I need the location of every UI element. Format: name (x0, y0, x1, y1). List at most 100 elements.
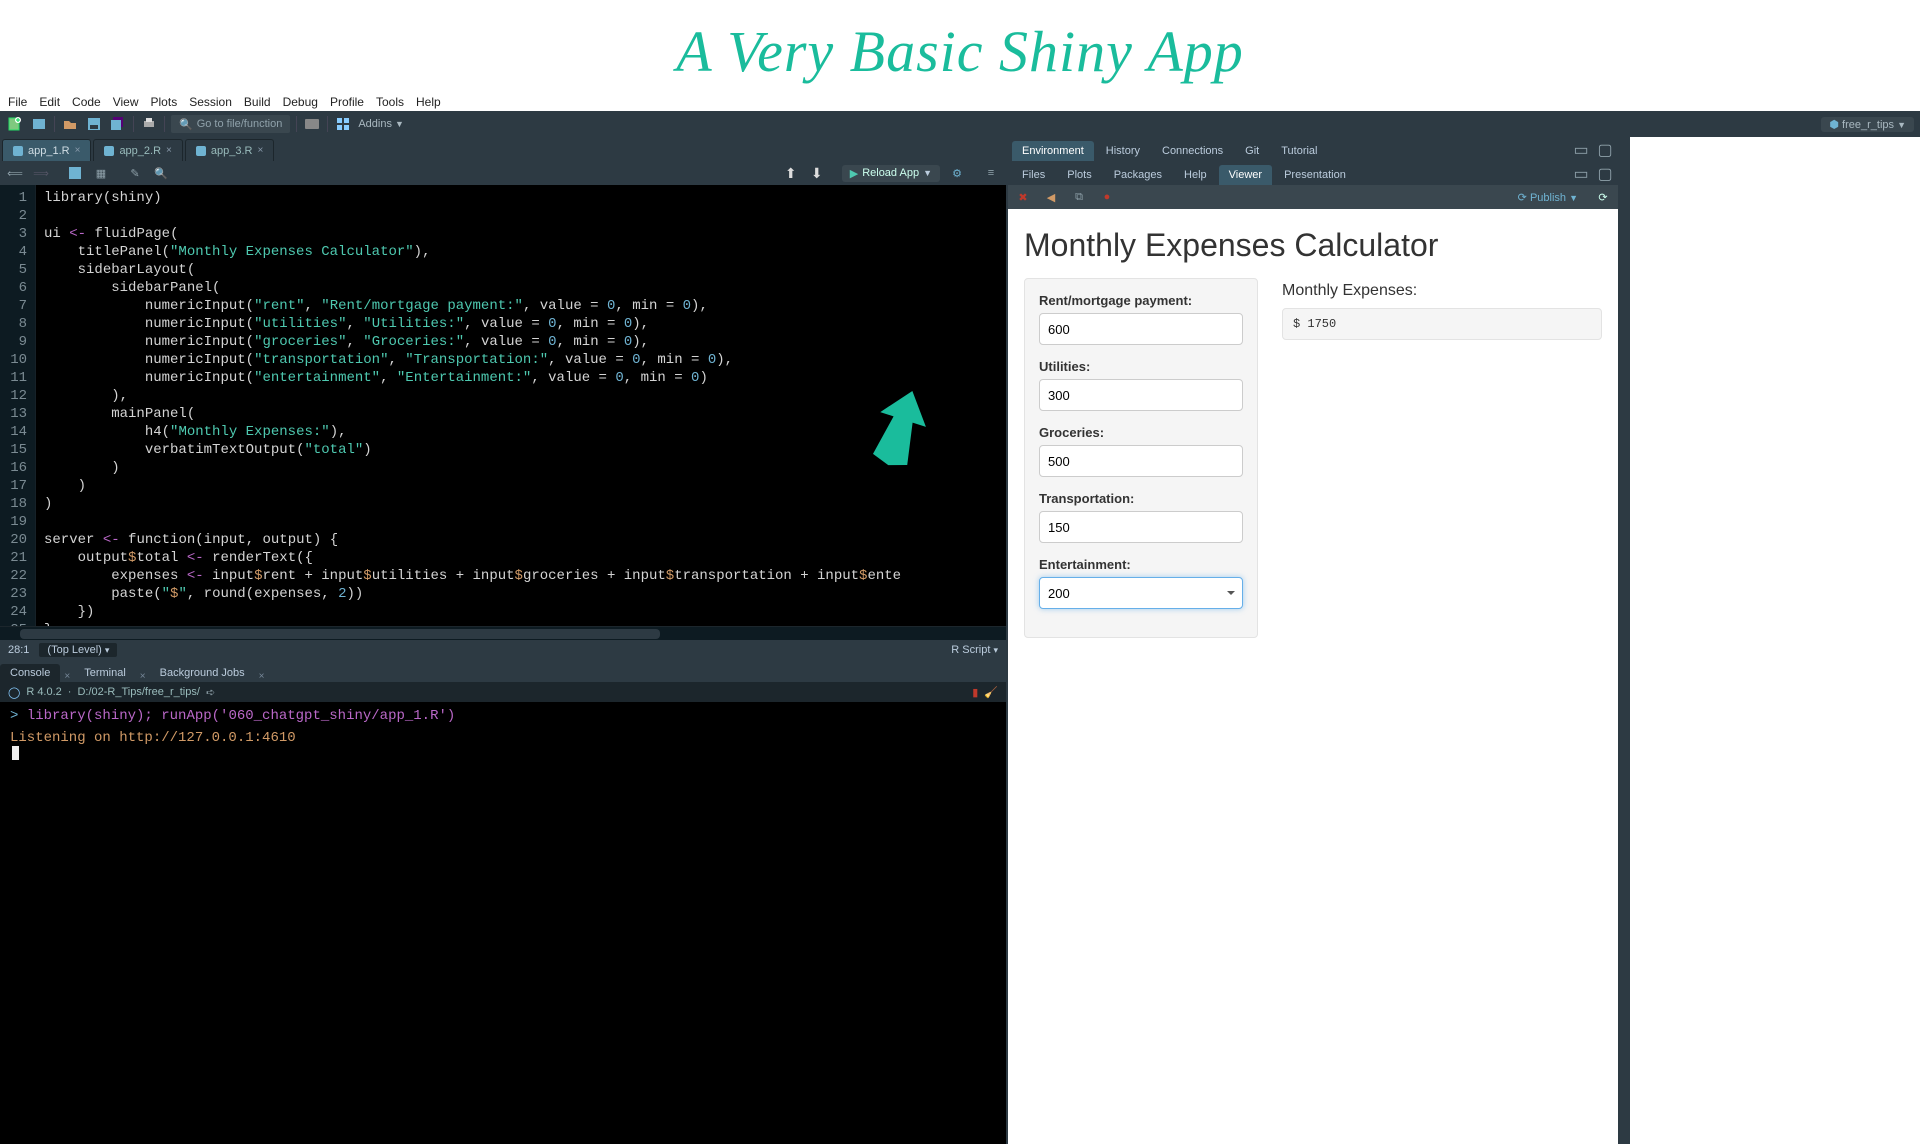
env-tab-connections[interactable]: Connections (1152, 141, 1233, 161)
clear-console-icon[interactable]: 🧹 (984, 686, 998, 699)
file-type[interactable]: R Script ▾ (951, 644, 998, 656)
input-group-entertainment: Entertainment: (1039, 557, 1243, 609)
save-icon[interactable] (85, 115, 103, 133)
r-logo-icon: ◯ (8, 686, 20, 699)
viewer-tab-viewer[interactable]: Viewer (1219, 165, 1272, 185)
input-label: Entertainment: (1039, 557, 1243, 572)
env-tab-tutorial[interactable]: Tutorial (1271, 141, 1327, 161)
env-tab-git[interactable]: Git (1235, 141, 1269, 161)
stop-viewer-icon[interactable]: ● (1098, 188, 1116, 206)
editor-tab-app_3-r[interactable]: app_3.R × (185, 139, 274, 161)
close-console-tab-icon[interactable]: × (255, 668, 269, 682)
shiny-sidebar-panel: Rent/mortgage payment:Utilities:Grocerie… (1024, 278, 1258, 638)
menu-tools[interactable]: Tools (376, 95, 404, 109)
viewer-tab-packages[interactable]: Packages (1104, 165, 1172, 185)
close-console-tab-icon[interactable]: × (136, 668, 150, 682)
save-source-icon[interactable] (66, 164, 84, 182)
input-label: Groceries: (1039, 425, 1243, 440)
numeric-input[interactable] (1039, 313, 1243, 345)
numeric-input[interactable] (1039, 511, 1243, 543)
publish-button[interactable]: ⟳ Publish ▼ (1518, 191, 1578, 204)
down-arrow-icon[interactable]: ⬇ (808, 164, 826, 182)
numeric-input[interactable] (1039, 445, 1243, 477)
viewer-tab-presentation[interactable]: Presentation (1274, 165, 1356, 185)
editor-statusbar: 28:1 (Top Level) ▾ R Script ▾ (0, 640, 1006, 660)
reload-app-button[interactable]: ▶Reload App ▼ (842, 165, 940, 182)
menu-plots[interactable]: Plots (151, 95, 178, 109)
menu-file[interactable]: File (8, 95, 27, 109)
project-menu[interactable]: ⬢ free_r_tips ▼ (1821, 117, 1914, 132)
remove-viewer-icon[interactable]: ✖ (1014, 188, 1032, 206)
right-scrollbar[interactable] (1618, 137, 1630, 1144)
maximize-viewer-icon[interactable]: ▢ (1596, 165, 1614, 183)
code-editor[interactable]: 1234567891011121314151617181920212223242… (0, 185, 1006, 626)
print-icon[interactable] (140, 115, 158, 133)
popout-viewer-icon[interactable]: ⧉ (1070, 188, 1088, 206)
editor-tab-app_1-r[interactable]: app_1.R × (2, 139, 91, 161)
back-icon[interactable]: ⟸ (6, 164, 24, 182)
editor-hscrollbar[interactable] (0, 626, 1006, 640)
search-icon: 🔍 (179, 118, 193, 131)
close-tab-icon[interactable]: × (257, 145, 263, 156)
console-output[interactable]: > library(shiny); runApp('060_chatgpt_sh… (0, 702, 1006, 1144)
menu-build[interactable]: Build (244, 95, 271, 109)
scope-indicator[interactable]: (Top Level) ▾ (39, 643, 117, 657)
viewer-tab-plots[interactable]: Plots (1057, 165, 1101, 185)
menu-code[interactable]: Code (72, 95, 101, 109)
goto-file-input[interactable]: 🔍Go to file/function (171, 115, 290, 133)
outline-icon[interactable]: ≡ (982, 164, 1000, 182)
console-tabs: Console×Terminal×Background Jobs× (0, 660, 1006, 682)
close-console-tab-icon[interactable]: × (60, 668, 74, 682)
env-tab-environment[interactable]: Environment (1012, 141, 1094, 161)
menu-view[interactable]: View (113, 95, 139, 109)
input-group-utilities: Utilities: (1039, 359, 1243, 411)
menu-debug[interactable]: Debug (283, 95, 318, 109)
shiny-viewer: Monthly Expenses Calculator Rent/mortgag… (1008, 209, 1618, 1144)
menu-edit[interactable]: Edit (39, 95, 60, 109)
editor-tab-app_2-r[interactable]: app_2.R × (93, 139, 182, 161)
env-tab-history[interactable]: History (1096, 141, 1150, 161)
gear-icon[interactable]: ⚙ (948, 164, 966, 182)
minimize-pane-icon[interactable]: ▭ (1572, 141, 1590, 159)
grid-icon[interactable] (334, 115, 352, 133)
open-icon[interactable] (61, 115, 79, 133)
viewer-tab-help[interactable]: Help (1174, 165, 1217, 185)
keyboard-icon[interactable] (303, 115, 321, 133)
back-viewer-icon[interactable]: ◀ (1042, 188, 1060, 206)
console-tab-console[interactable]: Console (0, 664, 60, 682)
input-label: Utilities: (1039, 359, 1243, 374)
r-version: R 4.0.2 (26, 686, 61, 698)
numeric-input[interactable] (1039, 379, 1243, 411)
source-on-save-icon[interactable]: ▦ (92, 164, 110, 182)
output-total: $ 1750 (1282, 308, 1602, 340)
viewer-tab-files[interactable]: Files (1012, 165, 1055, 185)
find-icon[interactable]: 🔍 (152, 164, 170, 182)
refresh-viewer-icon[interactable]: ⟳ (1594, 188, 1612, 206)
numeric-input[interactable] (1039, 577, 1243, 609)
forward-icon[interactable]: ⟹ (32, 164, 50, 182)
minimize-viewer-icon[interactable]: ▭ (1572, 165, 1590, 183)
viewer-pane-tabs: FilesPlotsPackagesHelpViewerPresentation… (1008, 161, 1618, 185)
menu-profile[interactable]: Profile (330, 95, 364, 109)
save-all-icon[interactable] (109, 115, 127, 133)
console-tab-terminal[interactable]: Terminal (74, 664, 136, 682)
menu-bar: File Edit Code View Plots Session Build Debug Pr… (0, 93, 1920, 111)
input-group-transportation: Transportation: (1039, 491, 1243, 543)
maximize-pane-icon[interactable]: ▢ (1596, 141, 1614, 159)
page-title: A Very Basic Shiny App (0, 0, 1920, 93)
pointer-cursor-annotation (870, 389, 930, 469)
new-file-icon[interactable] (6, 115, 24, 133)
up-arrow-icon[interactable]: ⬆ (782, 164, 800, 182)
wand-icon[interactable]: ✎ (126, 164, 144, 182)
editor-tabs: app_1.R ×app_2.R ×app_3.R × (0, 137, 1006, 161)
console-tab-background-jobs[interactable]: Background Jobs (150, 664, 255, 682)
r-file-icon (13, 146, 23, 156)
menu-help[interactable]: Help (416, 95, 441, 109)
close-tab-icon[interactable]: × (166, 145, 172, 156)
menu-session[interactable]: Session (189, 95, 232, 109)
close-tab-icon[interactable]: × (75, 145, 81, 156)
new-project-icon[interactable] (30, 115, 48, 133)
addins-menu[interactable]: Addins ▼ (358, 118, 404, 130)
stop-icon[interactable]: ▮ (972, 686, 978, 699)
path-arrow-icon[interactable]: ➪ (206, 686, 215, 699)
